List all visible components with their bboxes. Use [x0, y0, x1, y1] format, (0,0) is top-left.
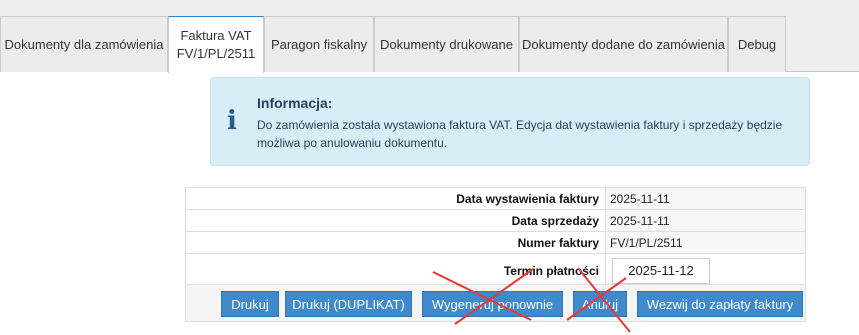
tab-label: Paragon fiskalny [270, 36, 368, 52]
tab-vat-invoice[interactable]: Faktura VAT FV/1/PL/2511 [168, 16, 264, 73]
tab-debug[interactable]: Debug [728, 16, 786, 72]
tab-label: Dokumenty drukowane [380, 36, 513, 52]
tab-label: Dokumenty dodane do zamówienia [521, 36, 726, 52]
sale-date-label: Data sprzedaży [185, 209, 606, 232]
payment-request-button[interactable]: Wezwij do zapłaty faktury [637, 291, 803, 317]
tab-invoice-number: FV/1/PL/2511 [176, 46, 256, 61]
info-title: Informacja: [257, 95, 333, 111]
print-button[interactable]: Drukuj [221, 291, 279, 317]
table-row: Data wystawienia faktury 2025-11-11 [185, 187, 806, 210]
due-date-label: Termin płatności [185, 253, 606, 288]
cancel-button[interactable]: Anuluj [573, 291, 627, 317]
invoice-details-table: Data wystawienia faktury 2025-11-11 Data… [185, 187, 806, 288]
issue-date-label: Data wystawienia faktury [185, 187, 606, 210]
info-alert: i Informacja: Do zamówienia została wyst… [210, 77, 810, 166]
tab-added-documents[interactable]: Dokumenty dodane do zamówienia [519, 16, 728, 72]
info-message: Do zamówienia została wystawiona faktura… [257, 118, 783, 150]
invoice-number-label: Numer faktury [185, 231, 606, 254]
sale-date-value: 2025-11-11 [605, 209, 806, 232]
info-icon: i [227, 106, 237, 136]
table-row: Numer faktury FV/1/PL/2511 [185, 231, 806, 254]
tab-printed-documents[interactable]: Dokumenty drukowane [374, 16, 519, 72]
tab-label: Dokumenty dla zamówienia [4, 36, 164, 52]
table-row: Termin płatności [185, 253, 806, 288]
table-row: Data sprzedaży 2025-11-11 [185, 209, 806, 232]
due-date-input[interactable] [612, 257, 710, 284]
tab-label: Faktura VAT [180, 28, 252, 43]
issue-date-value: 2025-11-11 [605, 187, 806, 210]
tab-label: Debug [737, 36, 777, 52]
tab-order-documents[interactable]: Dokumenty dla zamówienia [0, 16, 168, 72]
tab-fiscal-receipt[interactable]: Paragon fiskalny [264, 16, 374, 72]
print-duplicate-button[interactable]: Drukuj (DUPLIKAT) [285, 291, 412, 317]
invoice-number-value: FV/1/PL/2511 [605, 231, 806, 254]
action-bar: Drukuj Drukuj (DUPLIKAT) Wygeneruj ponow… [185, 284, 806, 322]
regenerate-button[interactable]: Wygeneruj ponownie [422, 291, 563, 317]
tab-bar: Dokumenty dla zamówienia Faktura VAT FV/… [0, 0, 859, 73]
